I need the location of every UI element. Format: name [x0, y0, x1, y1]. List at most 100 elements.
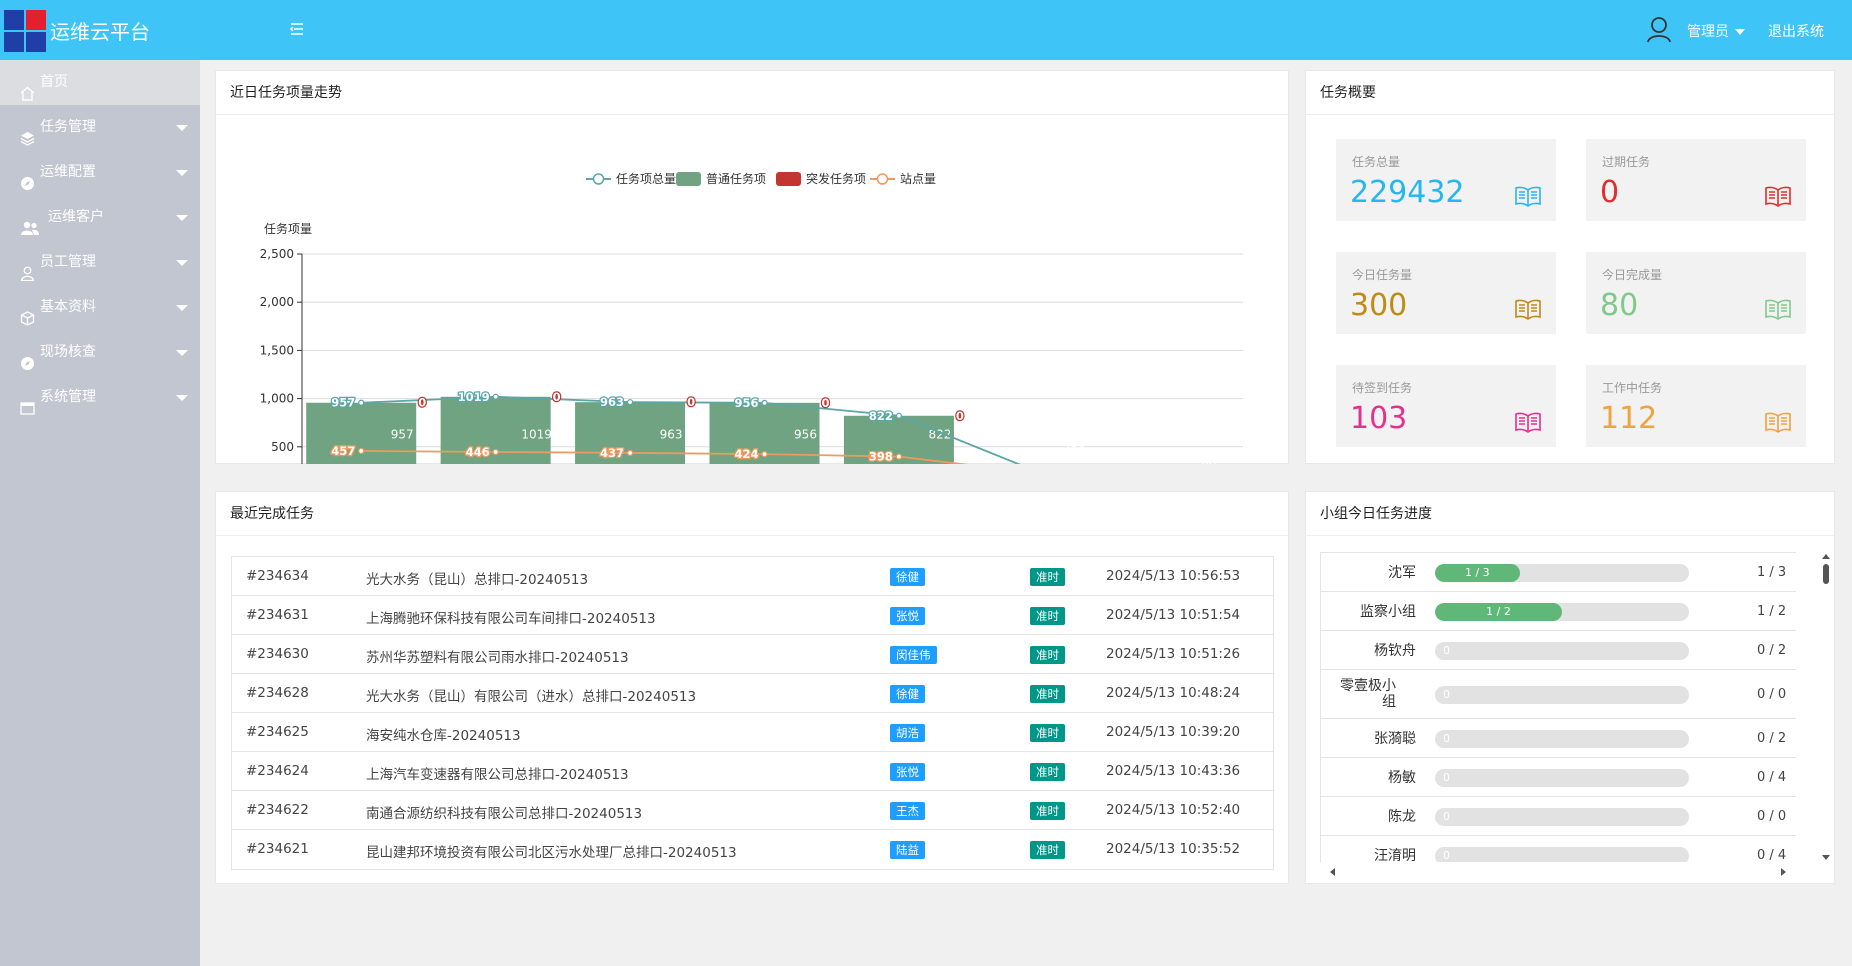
completion-time: 2024/5/13 10:52:40 — [1106, 802, 1241, 818]
bar-value-label: 1019 — [521, 427, 552, 441]
assignee-badge: 徐健 — [890, 685, 925, 703]
assignee-badge: 张悦 — [890, 763, 925, 781]
series-point — [895, 453, 903, 460]
completion-time: 2024/5/13 10:39:20 — [1106, 724, 1241, 740]
sidebar-item-label: 现场核查 — [40, 344, 96, 360]
series-value-label: 457 — [331, 444, 355, 458]
card-label: 工作中任务 — [1602, 381, 1663, 395]
task-id: #234624 — [246, 763, 309, 779]
list-item: 张漪聪 0 0 / 2 — [1321, 719, 1796, 758]
chevron-down-icon — [176, 395, 188, 401]
legend-label: 站点量 — [900, 172, 936, 186]
progress-bar: 0 — [1435, 769, 1689, 787]
menu-toggle-icon[interactable] — [288, 20, 306, 38]
task-name: 海安纯水仓库-20240513 — [366, 728, 521, 744]
sidebar-item-ops-config[interactable]: 运维配置 — [0, 150, 200, 195]
panel-title: 最近完成任务 — [216, 492, 1288, 536]
completion-time: 2024/5/13 10:35:52 — [1106, 841, 1241, 857]
table-row[interactable]: #234630 苏州华苏塑料有限公司雨水排口-20240513 闵佳伟 准时 2024/… — [232, 635, 1273, 674]
panel-title: 近日任务项量走势 — [216, 71, 1288, 115]
chevron-down-icon — [176, 305, 188, 311]
status-badge: 准时 — [1030, 646, 1065, 664]
book-icon — [1514, 185, 1542, 207]
series-point — [761, 399, 768, 406]
progress-zero-label: 0 — [1443, 771, 1450, 784]
table-row[interactable]: #234634 光大水务（昆山）总排口-20240513 徐健 准时 2024/5/13… — [232, 557, 1273, 596]
series-value-label: 437 — [600, 446, 624, 460]
user-avatar-icon[interactable] — [1645, 15, 1673, 43]
legend-label: 任务项总量 — [616, 171, 676, 186]
sidebar-item-home[interactable]: 首页 — [0, 60, 200, 105]
group-name: 零壹极小组 — [1340, 678, 1396, 710]
overview-card[interactable]: 今日任务量 300 — [1336, 252, 1556, 334]
group-name: 汪淯明 — [1374, 848, 1416, 862]
logout-link[interactable]: 退出系统 — [1768, 21, 1824, 41]
task-name: 南通合源纺织科技有限公司总排口-20240513 — [366, 806, 643, 822]
table-row[interactable]: #234631 上海腾驰环保科技有限公司车间排口-20240513 张悦 准时 2024… — [232, 596, 1273, 635]
progress-bar: 0 — [1435, 808, 1689, 826]
y-tick-label: 500 — [271, 440, 294, 454]
assignee-badge: 张悦 — [890, 607, 925, 625]
sidebar-item-label: 系统管理 — [40, 389, 96, 405]
series-value-label: 0 — [418, 396, 426, 410]
table-row[interactable]: #234628 光大水务（昆山）有限公司（进水）总排口-20240513 徐健 准时 2… — [232, 674, 1273, 713]
series-point — [492, 393, 499, 400]
card-label: 过期任务 — [1602, 155, 1651, 169]
recent-tasks-table: #234634 光大水务（昆山）总排口-20240513 徐健 准时 2024/5/13… — [231, 556, 1274, 870]
compass-icon — [20, 345, 35, 370]
series-value-label: 0 — [821, 396, 829, 410]
series-value-label: 398 — [869, 450, 893, 464]
overview-card[interactable]: 任务总量 229432 — [1336, 139, 1556, 221]
series-point — [358, 399, 365, 406]
book-icon — [1764, 298, 1792, 320]
assignee-badge: 胡浩 — [890, 724, 925, 742]
card-value: 300 — [1350, 288, 1408, 323]
series-point — [895, 412, 903, 419]
y-tick-label: 2,500 — [260, 247, 294, 261]
table-row[interactable]: #234625 海安纯水仓库-20240513 胡浩 准时 2024/5/13 10:3… — [232, 713, 1273, 752]
sidebar-item-basic-data[interactable]: 基本资料 — [0, 285, 200, 330]
table-row[interactable]: #234621 昆山建邦环境投资有限公司北区污水处理厂总排口-20240513 陆益… — [232, 830, 1273, 869]
list-item: 杨敏 0 0 / 4 — [1321, 758, 1796, 797]
vertical-scrollbar[interactable] — [1818, 552, 1834, 862]
status-badge: 准时 — [1030, 802, 1065, 820]
series-value-label: 446 — [466, 445, 490, 459]
legend-label: 普通任务项 — [706, 171, 766, 186]
overview-card[interactable]: 待签到任务 103 — [1336, 365, 1556, 447]
compass-icon — [20, 165, 35, 190]
sidebar-item-task-management[interactable]: 任务管理 — [0, 105, 200, 150]
overview-card[interactable]: 工作中任务 112 — [1586, 365, 1806, 447]
user-menu[interactable]: 管理员 — [1687, 21, 1745, 41]
overview-card[interactable]: 过期任务 0 — [1586, 139, 1806, 221]
progress-bar: 0 — [1435, 730, 1689, 748]
series-value-label: 0 — [956, 409, 964, 423]
table-row[interactable]: #234622 南通合源纺织科技有限公司总排口-20240513 王杰 准时 2024/… — [232, 791, 1273, 830]
horizontal-scrollbar[interactable] — [1320, 864, 1796, 880]
sidebar-item-label: 基本资料 — [40, 299, 96, 315]
app-logo — [4, 10, 48, 54]
sidebar-item-ops-customers[interactable]: 运维客户 — [0, 195, 200, 240]
series-point — [626, 449, 634, 456]
task-id: #234621 — [246, 841, 309, 857]
layers-icon — [20, 120, 35, 146]
y-axis-title: 任务项量 — [264, 221, 312, 236]
series-point — [626, 399, 634, 406]
table-row[interactable]: #234624 上海汽车变速器有限公司总排口-20240513 张悦 准时 2024/5… — [232, 752, 1273, 791]
bar-value-label: 963 — [660, 427, 683, 441]
sidebar-item-staff-management[interactable]: 员工管理 — [0, 240, 200, 285]
progress-count: 0 / 2 — [1757, 643, 1787, 658]
bar-value-label: 956 — [794, 427, 817, 441]
progress-zero-label: 0 — [1443, 849, 1450, 862]
chevron-down-icon — [176, 215, 188, 221]
sidebar-item-site-inspection[interactable]: 现场核查 — [0, 330, 200, 375]
list-item: 陈龙 0 0 / 0 — [1321, 797, 1796, 836]
series-value-label: 956 — [734, 396, 758, 410]
group-name: 沈军 — [1388, 565, 1416, 581]
sidebar-item-system-management[interactable]: 系统管理 — [0, 375, 200, 420]
overview-card[interactable]: 今日完成量 80 — [1586, 252, 1806, 334]
series-value-label: 0 — [553, 390, 561, 404]
progress-count: 0 / 0 — [1757, 809, 1787, 824]
progress-zero-label: 0 — [1443, 732, 1450, 745]
completion-time: 2024/5/13 10:56:53 — [1106, 568, 1241, 584]
progress-zero-label: 0 — [1443, 644, 1450, 657]
